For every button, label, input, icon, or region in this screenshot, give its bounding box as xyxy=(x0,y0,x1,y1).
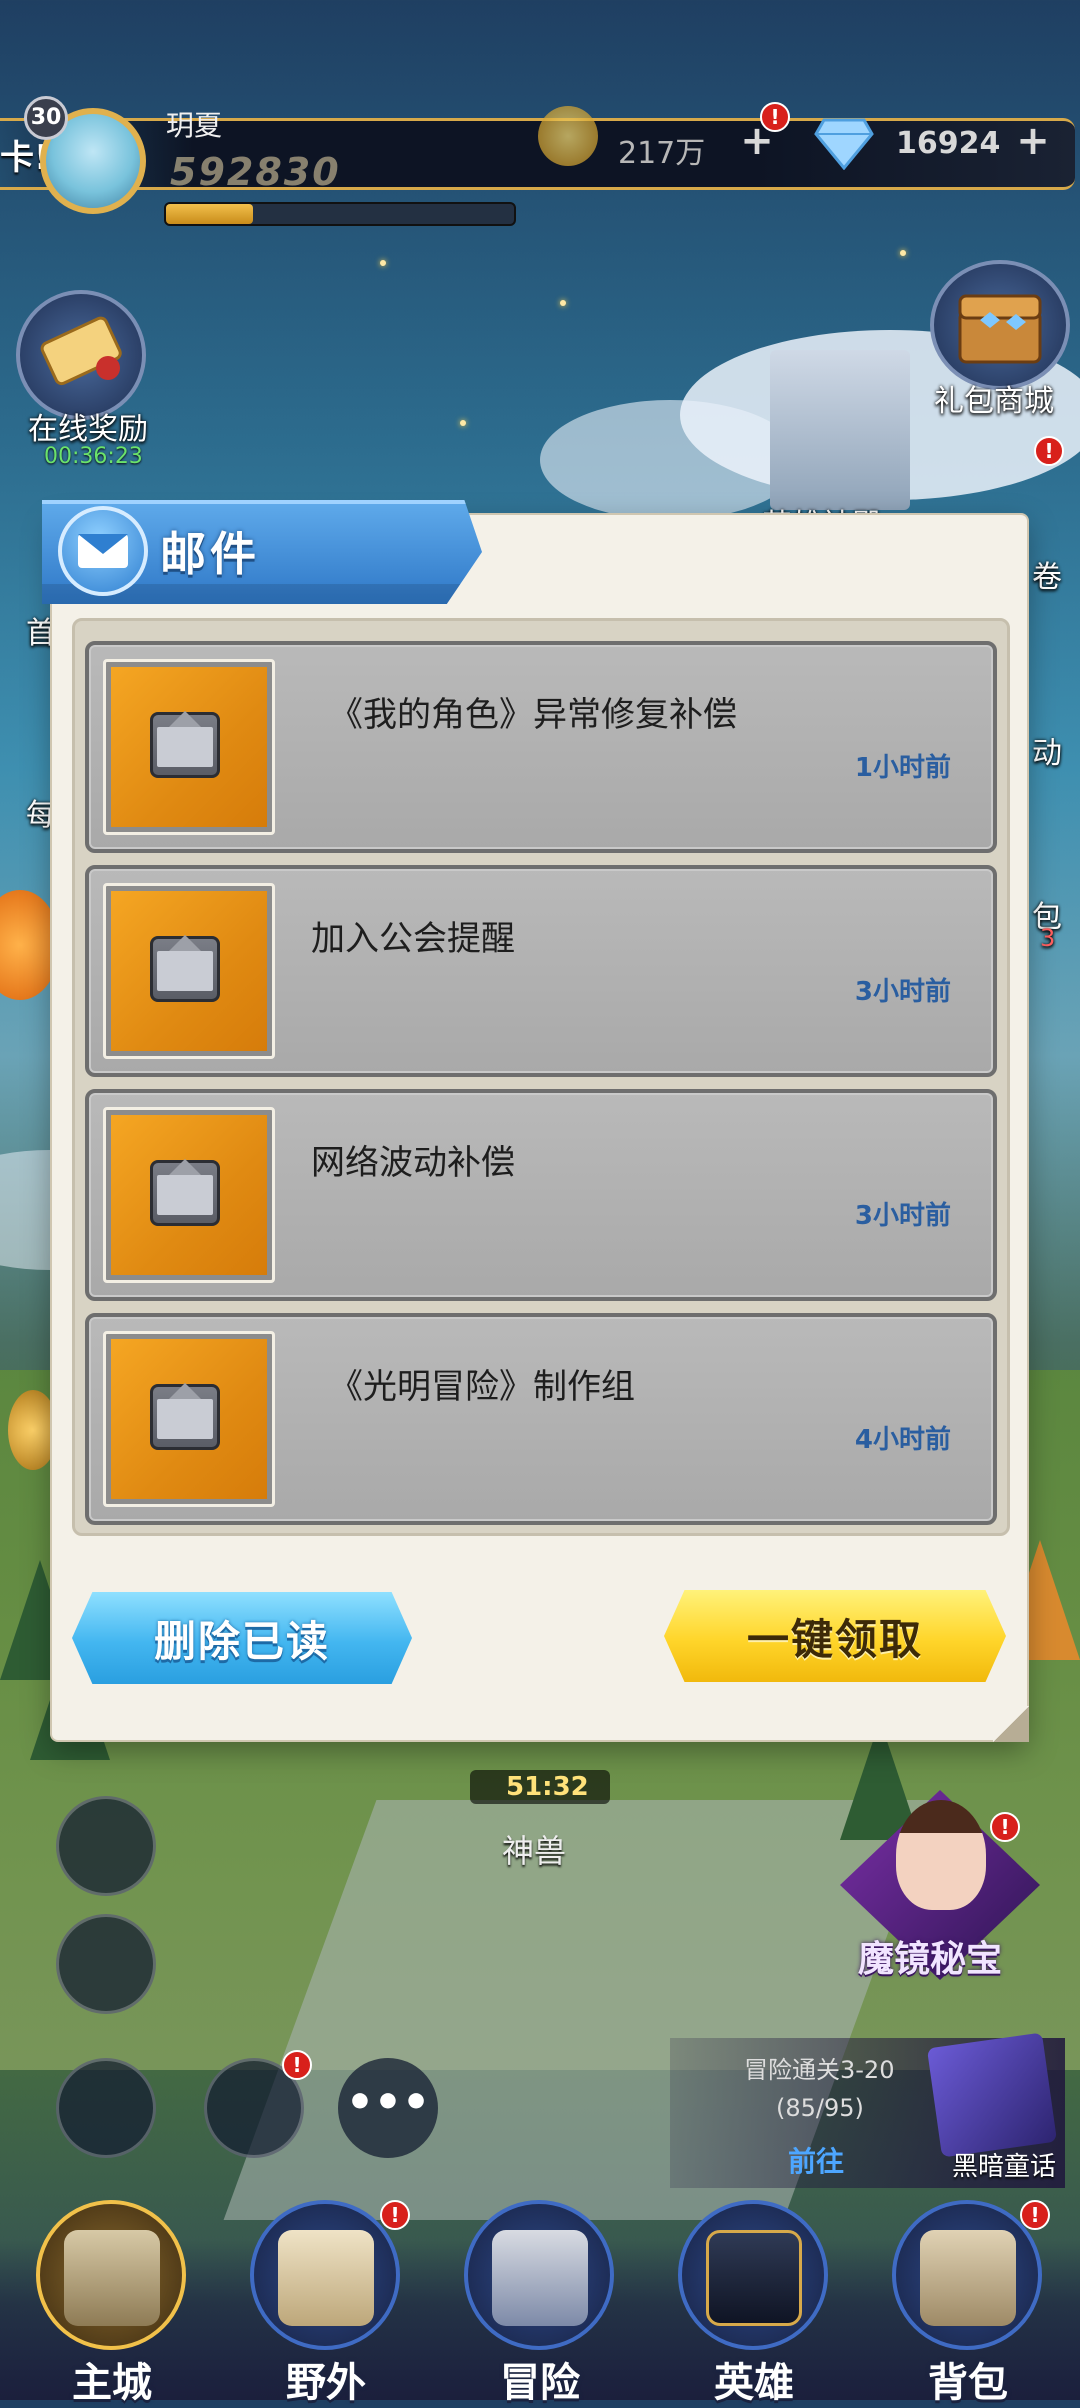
chat-face-icon[interactable] xyxy=(56,1796,156,1896)
alert-badge-icon: ! xyxy=(1034,436,1064,466)
cloud xyxy=(540,400,800,520)
alert-badge-icon: ! xyxy=(282,2050,312,2080)
nav-heroes[interactable]: 英雄 xyxy=(664,2200,844,2406)
mail-subject: 加入公会提醒 xyxy=(311,919,515,959)
star-sparkle xyxy=(900,250,906,256)
backpack-icon xyxy=(920,2230,1016,2326)
quest-title: 冒险通关3-20 xyxy=(744,2056,895,2084)
alert-badge-icon: ! xyxy=(760,102,790,132)
mail-subject: 《我的角色》异常修复补偿 xyxy=(329,695,737,735)
nav-label: 背包 xyxy=(928,2360,1008,2406)
mailbox-icon[interactable] xyxy=(56,1914,156,2014)
partial-side-label: 卷 xyxy=(1032,560,1062,595)
mail-item-icon-frame xyxy=(103,659,275,835)
nav-label: 野外 xyxy=(286,2360,366,2406)
mail-time: 3小时前 xyxy=(854,1201,951,1231)
nav-main-city[interactable]: 主城 xyxy=(22,2200,202,2406)
online-reward-timer: 00:36:23 xyxy=(44,444,143,469)
dialog-title: 邮件 xyxy=(160,527,260,581)
nav-wild[interactable]: 野外 xyxy=(236,2200,416,2406)
quest-scroll-icon[interactable] xyxy=(56,2058,156,2158)
nav-adventure[interactable]: 冒险 xyxy=(450,2200,630,2406)
mail-item-icon-frame xyxy=(103,1107,275,1283)
castle-icon xyxy=(64,2230,160,2326)
mail-item-icon-frame xyxy=(103,1331,275,1507)
star-sparkle xyxy=(560,300,566,306)
nav-label: 英雄 xyxy=(714,2360,794,2406)
gold-amount: 217万 xyxy=(618,136,706,171)
map-icon xyxy=(278,2230,374,2326)
exp-bar xyxy=(164,202,516,226)
nav-label: 冒险 xyxy=(500,2360,580,2406)
alert-badge-icon: ! xyxy=(380,2200,410,2230)
partial-side-count: 3 xyxy=(1040,924,1056,952)
unread-envelope-icon xyxy=(150,1159,220,1226)
temple-building xyxy=(770,350,910,510)
mail-envelope-icon xyxy=(58,506,148,596)
level-badge: 30 xyxy=(24,96,68,140)
gold-coin-icon xyxy=(538,106,598,166)
mail-time: 4小时前 xyxy=(854,1425,951,1455)
quest-go-link[interactable]: 前往 xyxy=(788,2140,844,2180)
partial-side-label: 动 xyxy=(1032,736,1062,771)
shield-icon xyxy=(492,2230,588,2326)
unread-envelope-icon xyxy=(150,1383,220,1450)
alert-badge-icon: ! xyxy=(990,1812,1020,1842)
dark-tale-label: 黑暗童话 xyxy=(952,2152,1057,2182)
event-character-portrait xyxy=(896,1800,986,1910)
player-name: 玥夏 xyxy=(166,109,223,142)
alert-badge-icon: ! xyxy=(1020,2200,1050,2230)
knight-helmet-icon xyxy=(706,2230,802,2326)
add-gems-button[interactable]: + xyxy=(1010,120,1056,166)
side-event-icon[interactable] xyxy=(8,1390,58,1470)
unread-envelope-icon xyxy=(150,935,220,1002)
boss-label[interactable]: 神兽 xyxy=(502,1826,566,1872)
mail-item[interactable]: 网络波动补偿 3小时前 xyxy=(85,1089,997,1301)
star-sparkle xyxy=(460,420,466,426)
mail-item[interactable]: 《我的角色》异常修复补偿 1小时前 xyxy=(85,641,997,853)
gift-shop-button[interactable] xyxy=(930,260,1070,390)
quest-progress: (85/95) xyxy=(776,2094,864,2122)
gift-shop-label: 礼包商城 xyxy=(934,384,1054,419)
online-reward-button[interactable] xyxy=(16,290,146,420)
treasure-chest-icon xyxy=(958,294,1042,364)
combat-power: 592830 xyxy=(170,150,341,194)
mail-item[interactable]: 《光明冒险》制作组 4小时前 xyxy=(85,1313,997,1525)
delete-read-button[interactable]: 删除已读 xyxy=(72,1592,412,1684)
mail-item-icon-frame xyxy=(103,883,275,1059)
unread-envelope-icon xyxy=(150,711,220,778)
claim-all-button[interactable]: 一键领取 xyxy=(664,1590,1006,1682)
mail-subject: 网络波动补偿 xyxy=(311,1143,515,1183)
mail-item[interactable]: 加入公会提醒 3小时前 xyxy=(85,865,997,1077)
mail-time: 1小时前 xyxy=(854,753,951,783)
exp-bar-fill xyxy=(166,204,253,224)
scroll-icon xyxy=(40,316,122,386)
nav-label: 主城 xyxy=(72,2360,152,2406)
dialog-corner-fold xyxy=(993,1706,1029,1742)
mail-list[interactable]: 《我的角色》异常修复补偿 1小时前 加入公会提醒 3小时前 网络波动补偿 3小时… xyxy=(72,618,1010,1536)
mail-time: 3小时前 xyxy=(854,977,951,1007)
nav-backpack[interactable]: 背包 xyxy=(878,2200,1058,2406)
mail-subject: 《光明冒险》制作组 xyxy=(329,1367,635,1407)
star-sparkle xyxy=(380,260,386,266)
diamond-icon xyxy=(814,118,874,170)
boss-timer: 51:32 xyxy=(506,1772,589,1802)
gem-amount: 16924 xyxy=(896,126,1001,161)
mirror-event-label: 魔镜秘宝 xyxy=(858,1938,1003,1980)
more-button[interactable]: ••• xyxy=(338,2058,438,2158)
dark-tale-book-icon[interactable] xyxy=(926,2032,1058,2158)
online-reward-label: 在线奖励 xyxy=(28,412,148,447)
